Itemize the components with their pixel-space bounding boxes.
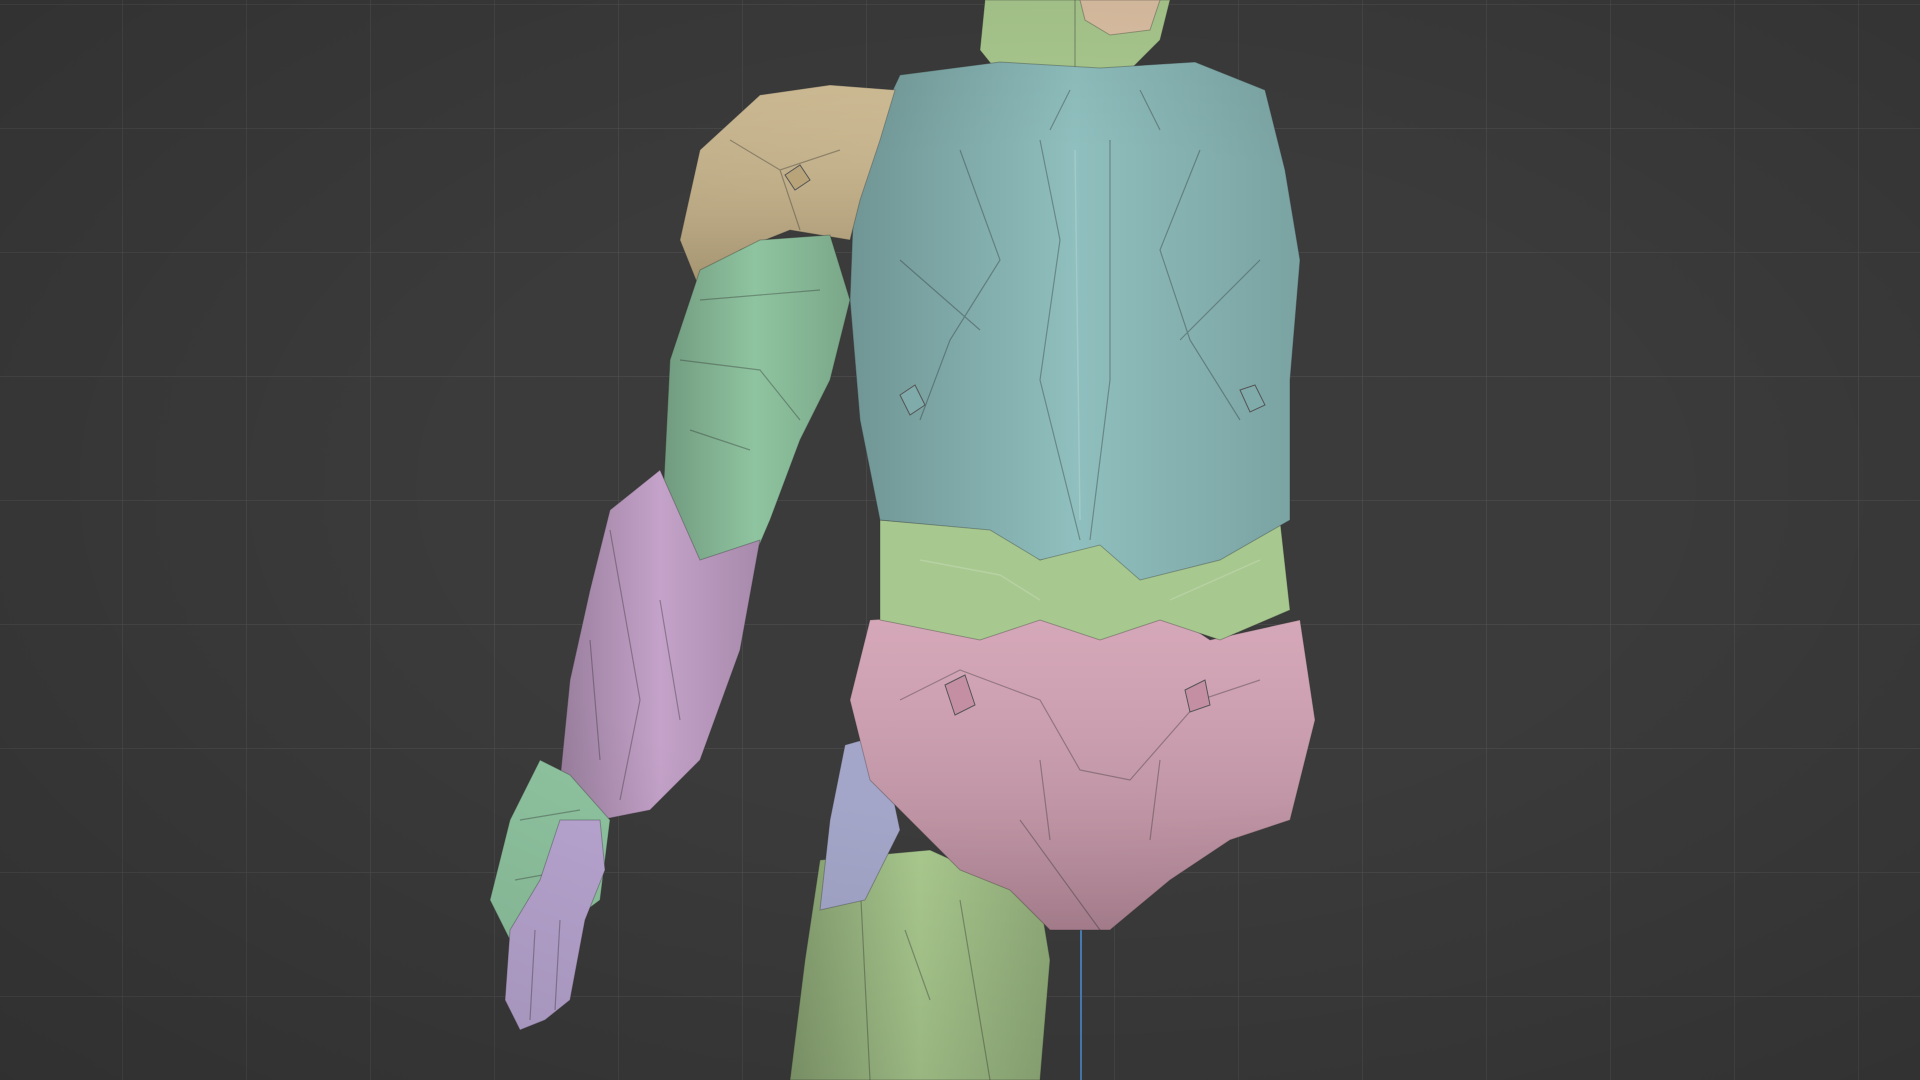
armor-model[interactable] <box>0 0 1920 1080</box>
chest-mesh[interactable] <box>849 61 1301 581</box>
3d-viewport[interactable] <box>0 0 1920 1080</box>
